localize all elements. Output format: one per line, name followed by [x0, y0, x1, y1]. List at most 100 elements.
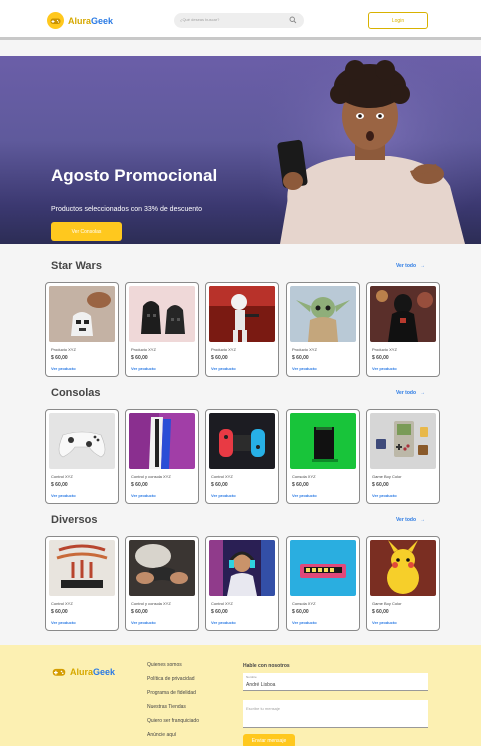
arrow-right-icon: →: [420, 517, 426, 523]
see-product-link[interactable]: Ver producto: [211, 620, 236, 625]
product-card[interactable]: Game Boy Color $ 60,00 Ver producto: [366, 536, 440, 631]
product-price: $ 60,00: [51, 609, 68, 615]
footer-link-about[interactable]: Quienes somos: [147, 662, 199, 676]
product-price: $ 60,00: [131, 609, 148, 615]
see-product-link[interactable]: Ver producto: [51, 366, 76, 371]
see-product-link[interactable]: Ver producto: [372, 620, 397, 625]
baby-yoda-icon: [290, 286, 356, 342]
product-price: $ 60,00: [292, 482, 309, 488]
product-card[interactable]: Control y consola XYZ $ 60,00 Ver produc…: [125, 409, 199, 504]
see-product-link[interactable]: Ver producto: [131, 366, 156, 371]
footer-link-loyalty[interactable]: Programa de fidelidad: [147, 690, 199, 704]
see-all-star-wars[interactable]: Ver todo →: [396, 263, 425, 269]
hero-banner: Agosto Promocional Productos seleccionad…: [0, 56, 481, 244]
product-card[interactable]: Producto XYZ $ 60,00 Ver producto: [125, 282, 199, 377]
product-price: $ 60,00: [211, 482, 228, 488]
retro-console-icon: [290, 540, 356, 596]
pikachu-plush-icon: [370, 540, 436, 596]
product-price: $ 60,00: [292, 355, 309, 361]
product-card[interactable]: Consola XYZ $ 60,00 Ver producto: [286, 409, 360, 504]
arrow-right-icon: →: [420, 390, 426, 396]
product-price: $ 60,00: [292, 609, 309, 615]
stormtrooper-figure-icon: [209, 286, 275, 342]
see-product-link[interactable]: Ver producto: [372, 493, 397, 498]
footer-link-franchise[interactable]: Quiero ser franquiciado: [147, 718, 199, 732]
see-product-link[interactable]: Ver producto: [372, 366, 397, 371]
message-placeholder: Escribe tu mensaje: [246, 706, 281, 711]
product-card[interactable]: Producto XYZ $ 60,00 Ver producto: [45, 282, 119, 377]
arrow-right-icon: →: [420, 263, 426, 269]
product-card[interactable]: Control XYZ $ 60,00 Ver producto: [45, 536, 119, 631]
product-name: Consola XYZ: [292, 474, 316, 479]
product-card[interactable]: Producto XYZ $ 60,00 Ver producto: [366, 282, 440, 377]
darth-vader-figure-icon: [370, 286, 436, 342]
product-name: Control y consola XYZ: [131, 601, 171, 606]
product-name: Control XYZ: [211, 474, 233, 479]
product-name: Control XYZ: [51, 601, 73, 606]
see-product-link[interactable]: Ver producto: [131, 493, 156, 498]
banner-title: Agosto Promocional: [51, 166, 218, 185]
footer-logo-text: AluraGeek: [70, 667, 116, 677]
gamer-headset-icon: [209, 540, 275, 596]
search-input[interactable]: ¿Qué deseas buscar?: [174, 13, 304, 28]
product-card[interactable]: Control XYZ $ 60,00 Ver producto: [205, 536, 279, 631]
atari-shirt-icon: [49, 540, 115, 596]
footer-link-advertise[interactable]: Anúncie aquí: [147, 732, 199, 746]
product-name: Producto XYZ: [372, 347, 397, 352]
see-product-link[interactable]: Ver producto: [292, 493, 317, 498]
contact-form-title: Hable con nosotros: [243, 663, 290, 669]
message-field[interactable]: Escribe tu mensaje: [243, 700, 428, 728]
product-price: $ 60,00: [131, 355, 148, 361]
product-name: Game Boy Color: [372, 601, 402, 606]
see-consoles-button[interactable]: Ver Consolas: [51, 222, 122, 241]
product-card[interactable]: Control y consola XYZ $ 60,00 Ver produc…: [125, 536, 199, 631]
product-card[interactable]: Producto XYZ $ 60,00 Ver producto: [286, 282, 360, 377]
product-name: Game Boy Color: [372, 474, 402, 479]
logo-text: AluraGeek: [68, 15, 114, 26]
footer: AluraGeek Quienes somos Política de priv…: [0, 645, 481, 746]
product-price: $ 60,00: [211, 609, 228, 615]
darth-vader-helmet-icon: [129, 286, 195, 342]
search-placeholder: ¿Qué deseas buscar?: [180, 17, 220, 22]
banner-subtitle: Productos seleccionados con 33% de descu…: [51, 206, 202, 213]
product-name: Consola XYZ: [292, 601, 316, 606]
search-icon[interactable]: [289, 16, 297, 24]
xbox-controller-icon: [49, 413, 115, 469]
product-name: Producto XYZ: [51, 347, 76, 352]
product-name: Producto XYZ: [131, 347, 156, 352]
product-card[interactable]: Control XYZ $ 60,00 Ver producto: [45, 409, 119, 504]
see-product-link[interactable]: Ver producto: [51, 620, 76, 625]
see-all-label: Ver todo: [396, 390, 417, 396]
see-product-link[interactable]: Ver producto: [51, 493, 76, 498]
see-all-consolas[interactable]: Ver todo →: [396, 390, 425, 396]
footer-link-privacy[interactable]: Política de privacidad: [147, 676, 199, 690]
product-name: Control XYZ: [211, 601, 233, 606]
login-button[interactable]: Login: [368, 12, 428, 29]
product-name: Control XYZ: [51, 474, 73, 479]
ps5-console-icon: [129, 413, 195, 469]
game-boy-icon: [370, 413, 436, 469]
product-card[interactable]: Control XYZ $ 60,00 Ver producto: [205, 409, 279, 504]
product-price: $ 60,00: [372, 609, 389, 615]
product-card[interactable]: Producto XYZ $ 60,00 Ver producto: [205, 282, 279, 377]
see-product-link[interactable]: Ver producto: [131, 620, 156, 625]
see-product-link[interactable]: Ver producto: [211, 493, 236, 498]
logo[interactable]: AluraGeek: [47, 12, 113, 29]
see-all-label: Ver todo: [396, 517, 417, 523]
header: AluraGeek ¿Qué deseas buscar? Login: [0, 0, 481, 40]
see-product-link[interactable]: Ver producto: [292, 620, 317, 625]
send-message-button[interactable]: Enviar mensaje: [243, 734, 295, 746]
footer-link-stores[interactable]: Nuestras Tiendas: [147, 704, 199, 718]
footer-logo[interactable]: AluraGeek: [52, 667, 115, 677]
see-product-link[interactable]: Ver producto: [292, 366, 317, 371]
see-product-link[interactable]: Ver producto: [211, 366, 236, 371]
gamepad-icon: [47, 12, 64, 29]
product-price: $ 60,00: [51, 355, 68, 361]
product-card[interactable]: Game Boy Color $ 60,00 Ver producto: [366, 409, 440, 504]
name-field[interactable]: Nombre André Lisboa: [243, 673, 428, 691]
see-all-diversos[interactable]: Ver todo →: [396, 517, 425, 523]
footer-links: Quienes somos Política de privacidad Pro…: [147, 662, 199, 746]
product-card[interactable]: Consola XYZ $ 60,00 Ver producto: [286, 536, 360, 631]
stormtrooper-helmet-icon: [49, 286, 115, 342]
product-name: Control y consola XYZ: [131, 474, 171, 479]
